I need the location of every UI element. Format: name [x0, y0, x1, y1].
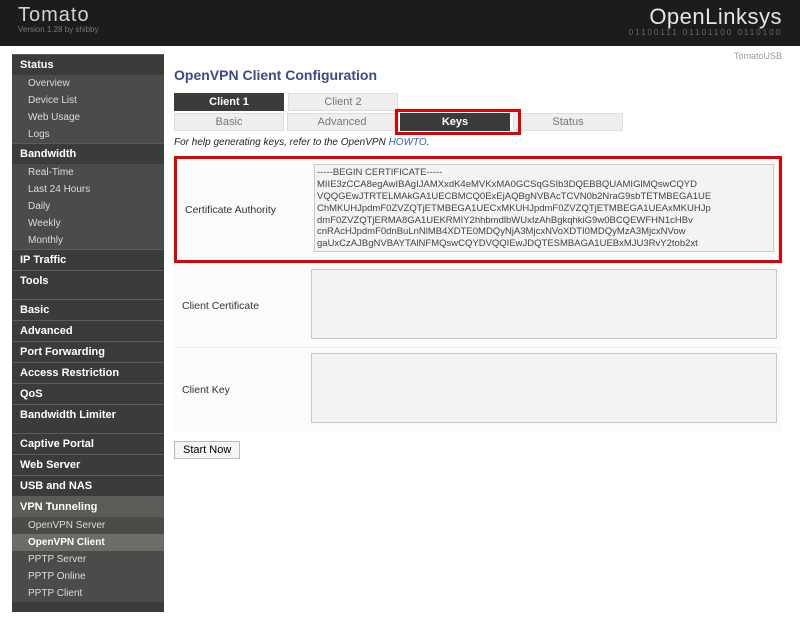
sidebar-item[interactable]: PPTP Server — [12, 551, 164, 568]
sidebar-group[interactable]: Bandwidth — [12, 143, 164, 164]
sidebar-item[interactable]: Web Usage — [12, 109, 164, 126]
sidebar-group[interactable]: Advanced — [12, 320, 164, 341]
brand-binary: 01100111 01101100 0110100 — [629, 28, 782, 37]
subtab-status[interactable]: Status — [513, 113, 623, 131]
sub-tabs: Basic Advanced Keys Status — [174, 113, 782, 131]
header: Tomato Version 1.28 by shibby OpenLinksy… — [0, 0, 800, 46]
tab-client1[interactable]: Client 1 — [174, 93, 284, 111]
page-title: OpenVPN Client Configuration — [174, 67, 782, 83]
sidebar-group[interactable]: Tools — [12, 270, 164, 291]
client-key-textarea[interactable] — [311, 353, 777, 423]
ca-textarea[interactable] — [314, 164, 774, 252]
client-cert-label: Client Certificate — [174, 264, 311, 347]
subtab-basic[interactable]: Basic — [174, 113, 284, 131]
howto-link[interactable]: HOWTO — [389, 137, 427, 148]
sidebar-group[interactable]: USB and NAS — [12, 475, 164, 496]
sidebar-item[interactable]: Last 24 Hours — [12, 181, 164, 198]
sidebar-spacer — [12, 291, 164, 299]
main-content: TomatoUSB OpenVPN Client Configuration C… — [164, 46, 800, 612]
sidebar-item[interactable]: PPTP Online — [12, 568, 164, 585]
client-cert-row: Client Certificate — [174, 263, 782, 347]
help-text-after: . — [427, 137, 430, 148]
sidebar: StatusOverviewDevice ListWeb UsageLogsBa… — [12, 54, 164, 612]
sidebar-group[interactable]: Basic — [12, 299, 164, 320]
sidebar-item[interactable]: Overview — [12, 75, 164, 92]
sidebar-item[interactable]: Real-Time — [12, 164, 164, 181]
sidebar-group[interactable]: Bandwidth Limiter — [12, 404, 164, 425]
subtab-advanced[interactable]: Advanced — [287, 113, 397, 131]
sidebar-item[interactable]: Monthly — [12, 232, 164, 249]
brand-name: OpenLinksys — [649, 4, 782, 30]
start-now-button[interactable]: Start Now — [174, 441, 240, 459]
app-title: Tomato — [18, 4, 99, 27]
sidebar-item[interactable]: OpenVPN Server — [12, 517, 164, 534]
tab-client2[interactable]: Client 2 — [288, 93, 398, 111]
app-version: Version 1.28 by shibby — [18, 25, 99, 34]
sidebar-item[interactable]: PPTP Client — [12, 585, 164, 602]
sidebar-group[interactable]: QoS — [12, 383, 164, 404]
sidebar-group[interactable]: Captive Portal — [12, 433, 164, 454]
help-text-before: For help generating keys, refer to the O… — [174, 137, 389, 148]
client-key-label: Client Key — [174, 348, 311, 431]
sidebar-group[interactable]: Port Forwarding — [12, 341, 164, 362]
header-right: OpenLinksys 01100111 01101100 0110100 — [629, 4, 782, 37]
sidebar-item[interactable]: Device List — [12, 92, 164, 109]
firmware-tag: TomatoUSB — [174, 51, 782, 61]
highlight-ca-field: Certificate Authority — [174, 156, 782, 263]
sidebar-item[interactable]: Logs — [12, 126, 164, 143]
sidebar-group[interactable]: IP Traffic — [12, 249, 164, 270]
client-tabs: Client 1 Client 2 — [174, 93, 782, 111]
sidebar-item[interactable]: Daily — [12, 198, 164, 215]
subtab-keys[interactable]: Keys — [400, 113, 510, 131]
header-left: Tomato Version 1.28 by shibby — [18, 4, 99, 34]
client-key-row: Client Key — [174, 347, 782, 431]
sidebar-item[interactable]: Weekly — [12, 215, 164, 232]
sidebar-group[interactable]: Web Server — [12, 454, 164, 475]
sidebar-spacer — [12, 425, 164, 433]
sidebar-group[interactable]: Access Restriction — [12, 362, 164, 383]
help-text: For help generating keys, refer to the O… — [174, 137, 782, 148]
sidebar-group[interactable]: Status — [12, 54, 164, 75]
sidebar-group[interactable]: VPN Tunneling — [12, 496, 164, 517]
client-cert-textarea[interactable] — [311, 269, 777, 339]
ca-label: Certificate Authority — [177, 159, 314, 260]
sidebar-item[interactable]: OpenVPN Client — [12, 534, 164, 551]
